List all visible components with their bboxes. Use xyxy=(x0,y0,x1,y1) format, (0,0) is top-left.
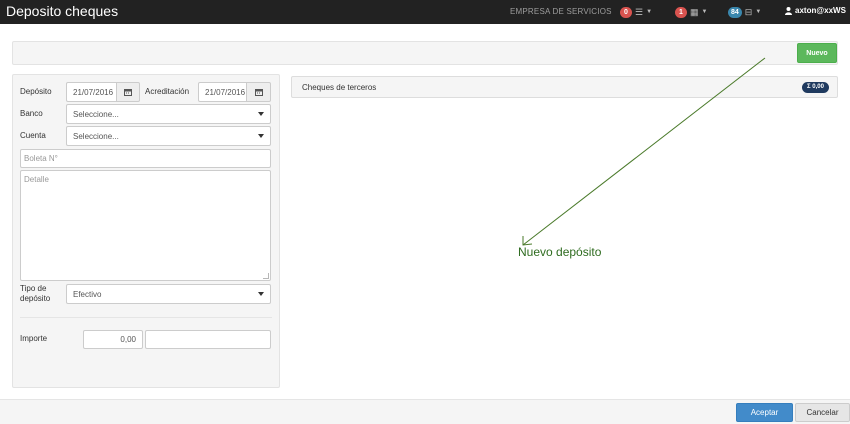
footer-bar xyxy=(0,399,850,424)
cancel-button[interactable]: Cancelar xyxy=(795,403,850,422)
annotation-arrow xyxy=(522,57,766,246)
accept-button[interactable]: Aceptar xyxy=(736,403,793,422)
annotation-text: Nuevo depósito xyxy=(518,245,602,259)
